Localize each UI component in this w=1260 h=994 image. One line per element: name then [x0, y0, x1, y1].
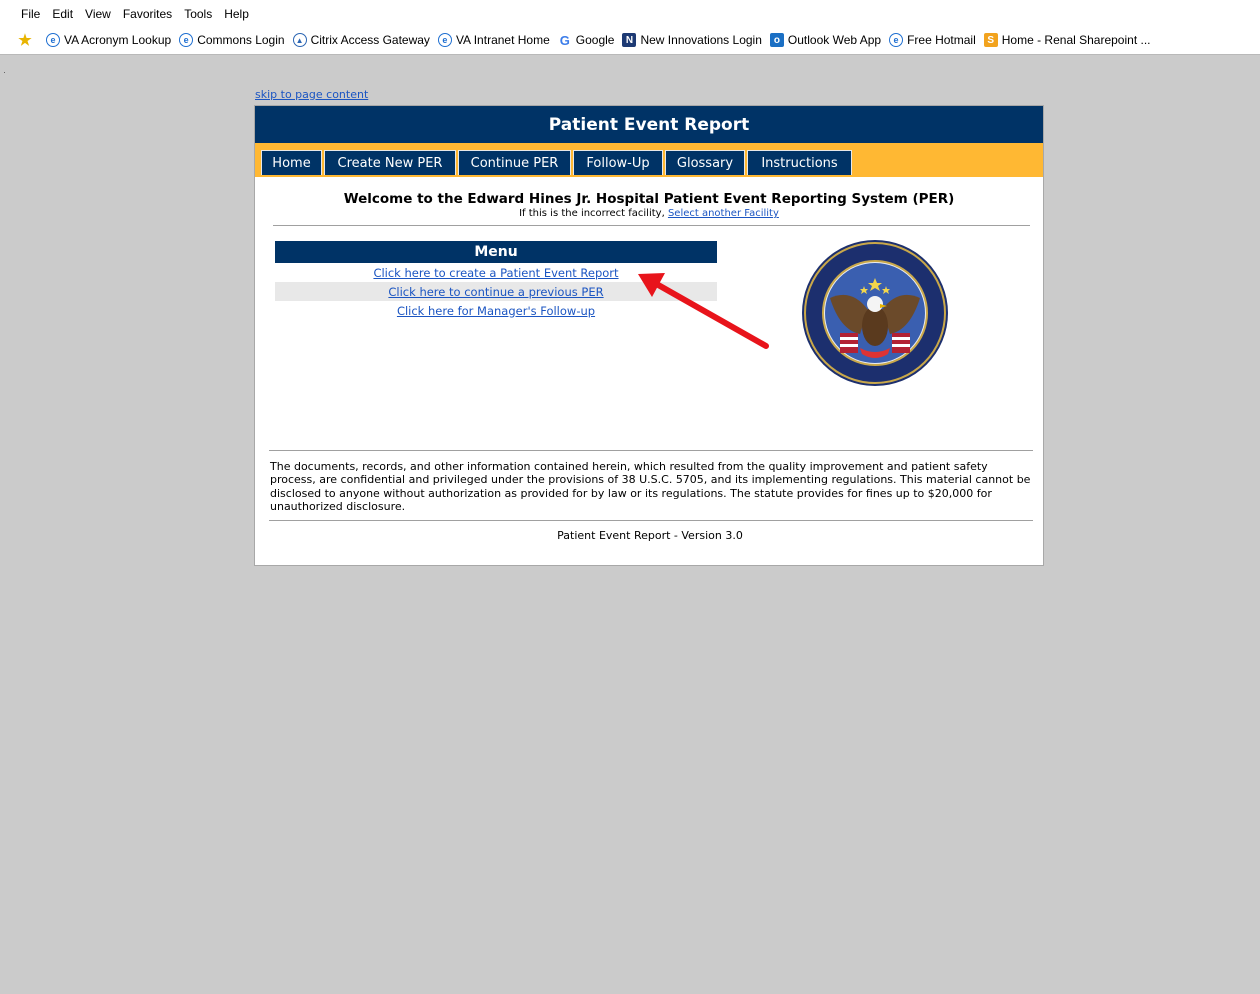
tab-create-new-per[interactable]: Create New PER — [324, 150, 456, 175]
favorite-label: Home - Renal Sharepoint ... — [1001, 33, 1151, 47]
ie-page-icon: e — [46, 33, 60, 47]
menu-favorites[interactable]: Favorites — [123, 7, 172, 21]
tab-glossary[interactable]: Glossary — [665, 150, 745, 175]
favorite-label: Outlook Web App — [787, 33, 882, 47]
favorite-label: VA Intranet Home — [455, 33, 550, 47]
tab-continue-per[interactable]: Continue PER — [458, 150, 571, 175]
va-seal-icon — [802, 240, 948, 386]
new-innovations-icon: N — [622, 33, 637, 47]
page-title: Patient Event Report — [255, 106, 1043, 143]
menu-row: Click here for Manager's Follow-up — [275, 301, 717, 320]
manager-follow-up-link[interactable]: Click here for Manager's Follow-up — [397, 304, 595, 318]
favorite-outlook-web-app[interactable]: o Outlook Web App — [769, 33, 882, 47]
citrix-icon: ▲ — [292, 33, 307, 47]
menu-row: Click here to create a Patient Event Rep… — [275, 263, 717, 282]
tab-bar: Home Create New PER Continue PER Follow-… — [255, 143, 1043, 177]
facility-notice-text: If this is the incorrect facility, — [519, 208, 668, 219]
create-per-link[interactable]: Click here to create a Patient Event Rep… — [373, 266, 618, 280]
facility-notice: If this is the incorrect facility, Selec… — [255, 208, 1043, 219]
version-footer: Patient Event Report - Version 3.0 — [557, 529, 743, 542]
favorite-label: Free Hotmail — [907, 33, 976, 47]
welcome-heading: Welcome to the Edward Hines Jr. Hospital… — [343, 191, 955, 207]
divider — [269, 450, 1033, 451]
google-icon: G — [559, 32, 570, 48]
favorite-renal-sharepoint[interactable]: S Home - Renal Sharepoint ... — [983, 33, 1151, 47]
divider — [273, 225, 1030, 226]
favorite-label: New Innovations Login — [640, 33, 762, 47]
confidentiality-disclaimer: The documents, records, and other inform… — [270, 460, 1031, 514]
menu-row: Click here to continue a previous PER — [275, 282, 717, 301]
menu-file[interactable]: File — [21, 7, 40, 21]
main-menu: Menu Click here to create a Patient Even… — [275, 241, 717, 320]
favorite-new-innovations[interactable]: N New Innovations Login — [622, 33, 762, 47]
favorites-button[interactable]: ★ — [16, 32, 38, 49]
browser-chrome: File Edit View Favorites Tools Help ★ e … — [0, 0, 1260, 55]
tab-home[interactable]: Home — [261, 150, 322, 175]
menu-heading: Menu — [275, 241, 717, 263]
menu-view[interactable]: View — [85, 7, 111, 21]
menu-tools[interactable]: Tools — [184, 7, 212, 21]
favorites-star-icon: ★ — [18, 32, 32, 49]
sharepoint-icon: S — [983, 33, 998, 47]
favorite-label: Google — [575, 33, 615, 47]
divider — [269, 520, 1033, 521]
menu-help[interactable]: Help — [224, 7, 249, 21]
menu-edit[interactable]: Edit — [52, 7, 73, 21]
favorite-google[interactable]: G Google — [558, 32, 615, 48]
favorite-label: Citrix Access Gateway — [310, 33, 430, 47]
per-panel: Patient Event Report Home Create New PER… — [254, 105, 1044, 566]
outlook-icon: o — [769, 33, 784, 47]
skip-to-content-link[interactable]: skip to page content — [255, 88, 368, 101]
favorite-label: Commons Login — [197, 33, 285, 47]
favorite-label: VA Acronym Lookup — [64, 33, 172, 47]
favorite-va-intranet-home[interactable]: e VA Intranet Home — [437, 33, 550, 47]
favorite-citrix-access-gateway[interactable]: ▲ Citrix Access Gateway — [292, 33, 430, 47]
tab-instructions[interactable]: Instructions — [747, 150, 852, 175]
tab-follow-up[interactable]: Follow-Up — [573, 150, 663, 175]
favorites-bar: ★ e VA Acronym Lookup e Commons Login ▲ … — [0, 29, 1260, 51]
favorite-free-hotmail[interactable]: e Free Hotmail — [889, 33, 976, 47]
continue-per-link[interactable]: Click here to continue a previous PER — [388, 285, 603, 299]
ie-page-icon: e — [437, 33, 452, 47]
favorite-commons-login[interactable]: e Commons Login — [179, 33, 285, 47]
select-facility-link[interactable]: Select another Facility — [668, 208, 779, 219]
favorite-va-acronym-lookup[interactable]: e VA Acronym Lookup — [46, 33, 171, 47]
browser-menubar: File Edit View Favorites Tools Help — [0, 0, 1260, 28]
ie-page-icon: e — [889, 33, 904, 47]
stray-dot — [4, 72, 5, 73]
ie-page-icon: e — [179, 33, 194, 47]
